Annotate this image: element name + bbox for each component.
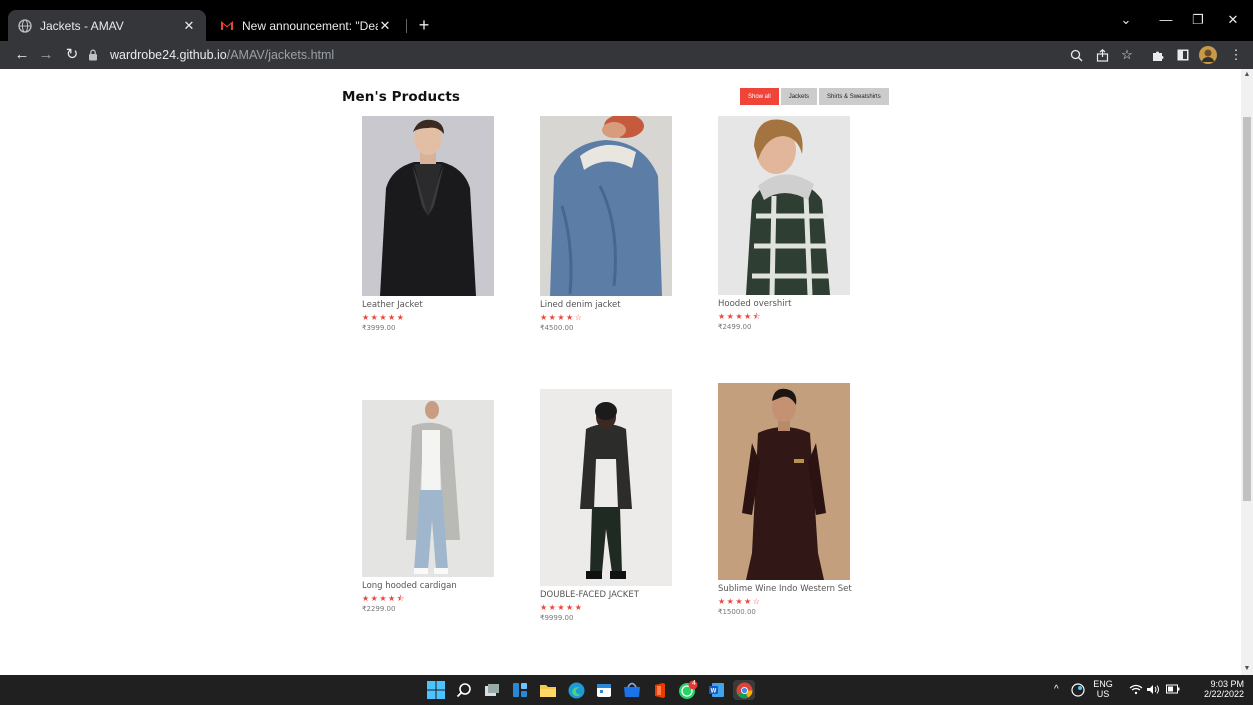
product-image[interactable] bbox=[718, 116, 850, 295]
extensions-icon[interactable] bbox=[1148, 46, 1166, 64]
browser-tab-strip: Jackets - AMAV ✕ New announcement: "Dear… bbox=[0, 0, 1253, 41]
widgets-icon[interactable] bbox=[509, 680, 531, 700]
scroll-thumb[interactable] bbox=[1243, 117, 1251, 501]
product-image[interactable] bbox=[362, 116, 494, 296]
filter-show-all-button[interactable]: Show all bbox=[740, 88, 779, 105]
search-icon[interactable] bbox=[453, 680, 475, 700]
notification-badge: 4 bbox=[692, 680, 696, 687]
product-price: ₹4500.00 bbox=[540, 324, 574, 332]
product-name: Sublime Wine Indo Western Set bbox=[718, 584, 852, 594]
battery-icon[interactable] bbox=[1166, 684, 1180, 696]
restore-icon[interactable]: ❐ bbox=[1183, 12, 1213, 28]
lock-icon bbox=[88, 48, 102, 62]
product-image[interactable] bbox=[718, 383, 850, 580]
gmail-icon bbox=[220, 19, 234, 33]
task-view-icon[interactable] bbox=[481, 680, 503, 700]
file-explorer-icon[interactable] bbox=[537, 680, 559, 700]
office-icon[interactable] bbox=[649, 680, 671, 700]
clock-time: 9:03 PM bbox=[1210, 679, 1244, 689]
product-card[interactable]: Leather Jacket ★★★★★ ₹3999.00 bbox=[362, 116, 502, 334]
tray-app-icon[interactable] bbox=[1071, 683, 1085, 699]
show-hidden-icons-chevron-icon[interactable]: ^ bbox=[1054, 685, 1059, 695]
url-path: /AMAV/jackets.html bbox=[226, 48, 335, 62]
filter-shirts-button[interactable]: Shirts & Sweatshirts bbox=[819, 88, 889, 105]
minimize-icon[interactable]: — bbox=[1151, 12, 1181, 27]
profile-avatar[interactable] bbox=[1199, 46, 1217, 64]
new-tab-icon[interactable]: + bbox=[414, 15, 434, 35]
bookmark-star-icon[interactable]: ☆ bbox=[1118, 46, 1136, 64]
product-name: Leather Jacket bbox=[362, 300, 423, 310]
product-card[interactable]: Sublime Wine Indo Western Set ★★★★☆ ₹150… bbox=[718, 383, 858, 618]
zoom-icon[interactable] bbox=[1067, 46, 1085, 64]
svg-text:W: W bbox=[710, 689, 716, 695]
reload-icon[interactable]: ↻ bbox=[62, 44, 82, 66]
rating-stars: ★★★★★ bbox=[540, 603, 584, 612]
product-price: ₹9999.00 bbox=[540, 614, 574, 622]
clock[interactable]: 9:03 PM 2/22/2022 bbox=[1198, 679, 1244, 699]
product-image[interactable] bbox=[362, 400, 494, 577]
rating-stars: ★★★★⯪ bbox=[718, 312, 762, 321]
scroll-down-arrow-icon[interactable]: ▼ bbox=[1241, 663, 1253, 675]
tab-title: Jackets - AMAV bbox=[40, 18, 124, 33]
product-price: ₹2299.00 bbox=[362, 605, 396, 613]
scroll-up-arrow-icon[interactable]: ▲ bbox=[1241, 69, 1253, 81]
tab-title: New announcement: "Dear stude bbox=[242, 18, 378, 33]
product-name: Lined denim jacket bbox=[540, 300, 621, 310]
product-card[interactable]: DOUBLE-FACED JACKET ★★★★★ ₹9999.00 bbox=[540, 389, 680, 624]
clock-date: 2/22/2022 bbox=[1203, 689, 1244, 699]
product-card[interactable]: Hooded overshirt ★★★★⯪ ₹2499.00 bbox=[718, 116, 858, 333]
tab-search-chevron-icon[interactable]: ⌄ bbox=[1111, 12, 1141, 28]
input-language-indicator[interactable]: ENG US bbox=[1090, 679, 1116, 699]
product-name: Hooded overshirt bbox=[718, 299, 792, 309]
rating-stars: ★★★★☆ bbox=[540, 313, 584, 322]
page-title: Men's Products bbox=[342, 89, 461, 105]
forward-arrow-icon[interactable]: → bbox=[36, 44, 56, 66]
wifi-icon[interactable] bbox=[1129, 684, 1143, 697]
edge-browser-icon[interactable] bbox=[565, 680, 587, 700]
product-image[interactable] bbox=[540, 116, 672, 296]
chrome-icon[interactable] bbox=[733, 680, 755, 700]
product-price: ₹15000.00 bbox=[718, 608, 756, 616]
category-filters: Show all Jackets Shirts & Sweatshirts bbox=[740, 88, 889, 105]
browser-toolbar: ← → ↻ wardrobe24.github.io/AMAV/jackets.… bbox=[0, 41, 1253, 69]
word-icon[interactable]: W bbox=[705, 680, 727, 700]
product-image[interactable] bbox=[540, 389, 672, 586]
address-bar[interactable]: wardrobe24.github.io/AMAV/jackets.html bbox=[88, 43, 1088, 67]
product-card[interactable]: Lined denim jacket ★★★★☆ ₹4500.00 bbox=[540, 116, 680, 334]
product-price: ₹3999.00 bbox=[362, 324, 396, 332]
close-tab-icon[interactable]: ✕ bbox=[182, 18, 196, 34]
volume-icon[interactable] bbox=[1146, 684, 1160, 697]
windows-start-icon[interactable] bbox=[425, 680, 447, 700]
tab-gmail[interactable]: New announcement: "Dear stude ✕ bbox=[210, 10, 402, 41]
close-tab-icon[interactable]: ✕ bbox=[378, 18, 392, 34]
tab-separator bbox=[406, 19, 407, 33]
back-arrow-icon[interactable]: ← bbox=[12, 44, 32, 66]
page-viewport: Men's Products Show all Jackets Shirts &… bbox=[0, 69, 1253, 675]
rating-stars: ★★★★⯪ bbox=[362, 594, 406, 603]
close-window-icon[interactable]: ✕ bbox=[1218, 12, 1248, 28]
product-name: DOUBLE-FACED JACKET bbox=[540, 590, 639, 600]
side-panel-icon[interactable] bbox=[1174, 46, 1192, 64]
whatsapp-icon[interactable]: 4 bbox=[677, 680, 699, 700]
windows-taskbar: 4 W ^ ENG US 9:03 PM 2/22/2022 bbox=[0, 675, 1253, 705]
product-card[interactable]: Long hooded cardigan ★★★★⯪ ₹2299.00 bbox=[362, 400, 502, 615]
page-scrollbar[interactable]: ▲ ▼ bbox=[1241, 69, 1253, 675]
url-host: wardrobe24.github.io bbox=[110, 48, 227, 62]
filter-jackets-button[interactable]: Jackets bbox=[780, 88, 818, 105]
rating-stars: ★★★★★ bbox=[362, 313, 406, 322]
menu-kebab-icon[interactable]: ⋮ bbox=[1227, 46, 1245, 64]
rating-stars: ★★★★☆ bbox=[718, 597, 762, 606]
globe-icon bbox=[18, 18, 32, 33]
region-label: US bbox=[1096, 689, 1110, 699]
language-label: ENG bbox=[1093, 679, 1113, 689]
product-name: Long hooded cardigan bbox=[362, 581, 457, 591]
store-icon[interactable] bbox=[621, 680, 643, 700]
product-price: ₹2499.00 bbox=[718, 323, 752, 331]
calendar-app-icon[interactable] bbox=[593, 680, 615, 700]
tab-jackets[interactable]: Jackets - AMAV ✕ bbox=[8, 10, 206, 41]
share-icon[interactable] bbox=[1093, 46, 1111, 64]
